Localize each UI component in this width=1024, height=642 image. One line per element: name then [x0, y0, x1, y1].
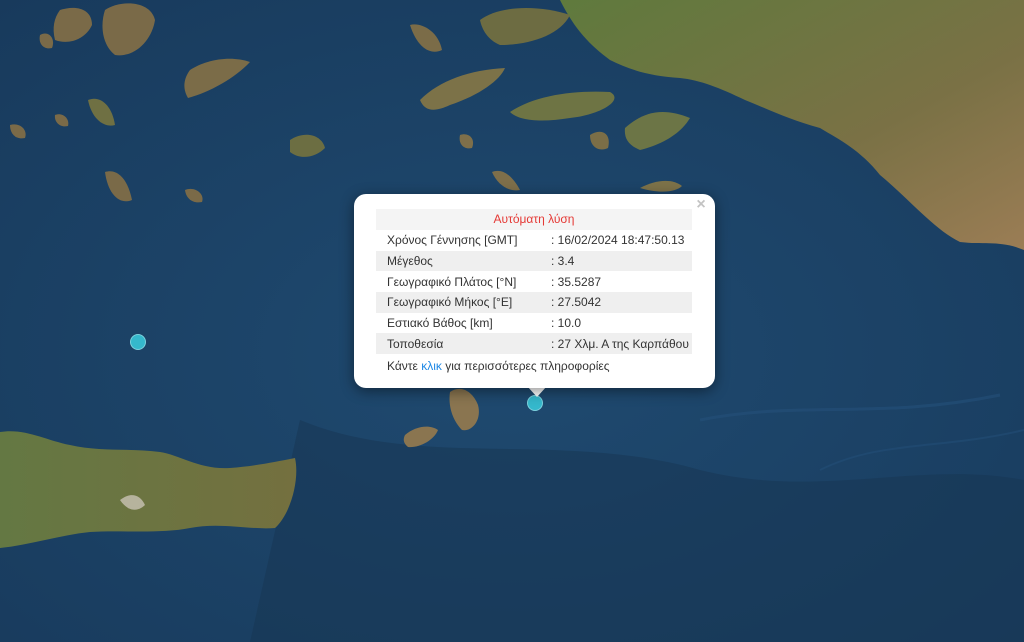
- info-row: Μέγεθος: 3.4: [376, 250, 692, 272]
- more-info-suffix: για περισσότερες πληροφορίες: [441, 359, 610, 374]
- info-row: Τοποθεσία: 27 Χλμ. Α της Καρπάθου: [376, 333, 692, 355]
- earthquake-popup: × Αυτόματη λύση Χρόνος Γέννησης [GMT] : 1…: [354, 194, 715, 388]
- info-label: Εστιακό Βάθος [km]: [387, 316, 493, 331]
- satellite-map[interactable]: × Αυτόματη λύση Χρόνος Γέννησης [GMT] : 1…: [0, 0, 1024, 642]
- info-value: : 35.5287: [551, 274, 602, 289]
- info-value: : 16/02/2024 18:47:50.13: [551, 233, 685, 248]
- info-row: Γεωγραφικό Πλάτος [°N] : 35.5287: [376, 271, 692, 292]
- info-row: Χρόνος Γέννησης [GMT] : 16/02/2024 18:47:…: [376, 230, 692, 251]
- more-info-text: Κάντε κλικ για περισσότερες πληροφορίες: [376, 357, 692, 375]
- popup-body: Αυτόματη λύση Χρόνος Γέννησης [GMT] : 16/…: [376, 209, 692, 375]
- info-label: Γεωγραφικό Πλάτος [°N]: [387, 274, 517, 289]
- more-info-prefix: Κάντε: [387, 359, 422, 374]
- info-label: Τοποθεσία: [376, 333, 537, 355]
- earthquake-marker-west[interactable]: [130, 334, 146, 350]
- info-label: Χρόνος Γέννησης [GMT]: [387, 233, 518, 248]
- info-row: Εστιακό Βάθος [km] : 10.0: [376, 313, 692, 334]
- info-label: Μέγεθος: [376, 250, 537, 272]
- earthquake-marker-selected[interactable]: [527, 395, 543, 411]
- more-info-link[interactable]: κλικ: [421, 359, 442, 373]
- info-value: : 27.5042: [537, 292, 692, 313]
- info-row: Γεωγραφικό Μήκος [°E]: 27.5042: [376, 292, 692, 313]
- info-value: : 3.4: [537, 250, 692, 272]
- info-value: : 27 Χλμ. Α της Καρπάθου: [537, 333, 692, 355]
- info-table: Χρόνος Γέννησης [GMT] : 16/02/2024 18:47:…: [376, 230, 692, 355]
- popup-title: Αυτόματη λύση: [376, 209, 692, 230]
- info-value: : 10.0: [551, 316, 582, 331]
- close-icon[interactable]: ×: [693, 197, 709, 213]
- info-label: Γεωγραφικό Μήκος [°E]: [376, 292, 537, 313]
